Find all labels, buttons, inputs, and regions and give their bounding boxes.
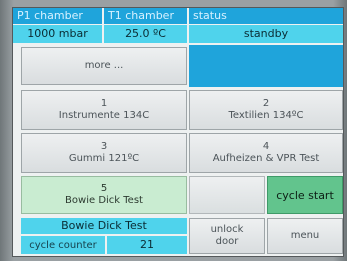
cycle-start-button[interactable]: cycle start: [267, 176, 343, 214]
program-5-button[interactable]: 5 Bowie Dick Test: [21, 176, 187, 214]
program-4-number: 4: [262, 141, 270, 152]
menu-button[interactable]: menu: [267, 218, 343, 254]
status-value: standby: [189, 25, 343, 43]
unlock-door-line1: unlock: [210, 224, 244, 235]
program-4-label: Aufheizen & VPR Test: [212, 153, 320, 164]
program-2-number: 2: [262, 98, 270, 109]
touch-screen: P1 chamber T1 chamber status 1000 mbar 2…: [13, 8, 343, 256]
more-button[interactable]: more ...: [21, 47, 187, 85]
cycle-counter-label-text: cycle counter: [29, 240, 97, 251]
program-3-button[interactable]: 3 Gummi 121ºC: [21, 133, 187, 173]
t1-chamber-value: 25.0 ºC: [104, 25, 187, 43]
unlock-door-line2: door: [215, 236, 239, 247]
program-1-number: 1: [100, 98, 108, 109]
cycle-start-label: cycle start: [276, 188, 334, 202]
program-1-button[interactable]: 1 Instrumente 134C: [21, 90, 187, 130]
program-1-label: Instrumente 134C: [58, 110, 150, 121]
menu-button-label: menu: [290, 230, 320, 241]
cycle-counter-value: 21: [107, 236, 187, 254]
program-5-number: 5: [100, 183, 108, 194]
t1-chamber-header: T1 chamber: [104, 8, 187, 24]
program-5-label: Bowie Dick Test: [65, 195, 143, 206]
p1-chamber-header: P1 chamber: [13, 8, 102, 24]
program-3-label: Gummi 121ºC: [68, 153, 140, 164]
more-button-label: more ...: [84, 60, 124, 71]
cycle-counter-label: cycle counter: [21, 236, 105, 254]
program-2-label: Textilien 134ºC: [228, 110, 304, 121]
program-2-button[interactable]: 2 Textilien 134ºC: [189, 90, 343, 130]
blank-panel: [189, 176, 265, 214]
status-header: status: [189, 8, 343, 24]
selected-program-name: Bowie Dick Test: [21, 218, 187, 234]
status-panel: [189, 45, 343, 87]
program-3-number: 3: [100, 141, 108, 152]
program-4-button[interactable]: 4 Aufheizen & VPR Test: [189, 133, 343, 173]
p1-chamber-value: 1000 mbar: [13, 25, 102, 43]
unlock-door-button[interactable]: unlock door: [189, 218, 265, 254]
